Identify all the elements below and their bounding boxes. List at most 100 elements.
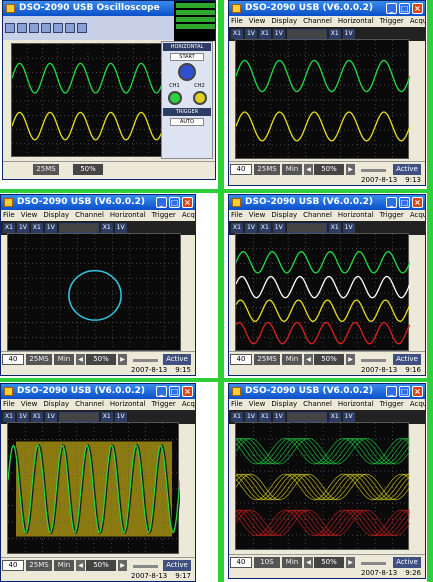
menu-display[interactable]: Display bbox=[43, 211, 69, 219]
ref-icon[interactable] bbox=[77, 23, 87, 33]
position-slider[interactable] bbox=[361, 169, 386, 172]
ch3-coupling[interactable]: 1V bbox=[114, 412, 127, 422]
menu-file[interactable]: File bbox=[3, 211, 15, 219]
waveform-screen[interactable] bbox=[235, 422, 411, 551]
menu-acquire[interactable]: Acquire bbox=[410, 400, 425, 408]
measure-icon[interactable] bbox=[53, 23, 63, 33]
menu-channel[interactable]: Channel bbox=[303, 17, 332, 25]
minimize-button[interactable]: _ bbox=[156, 197, 167, 208]
ch2-coupling[interactable]: 1V bbox=[272, 412, 285, 422]
maximize-button[interactable]: □ bbox=[399, 386, 410, 397]
ch3-coupling[interactable]: 1V bbox=[342, 223, 355, 233]
position-slider[interactable] bbox=[133, 359, 158, 362]
position-slider[interactable] bbox=[361, 562, 386, 565]
trigger-position-icon[interactable] bbox=[58, 223, 99, 233]
volt-div-field[interactable]: 40 bbox=[2, 560, 24, 571]
ch1-volt-select[interactable]: X1 bbox=[231, 223, 243, 233]
ch3-volt-select[interactable]: X1 bbox=[100, 412, 113, 422]
ch2-coupling[interactable]: 1V bbox=[44, 223, 57, 233]
scroll-left-button[interactable]: ◀ bbox=[304, 164, 313, 175]
menu-horizontal[interactable]: Horizontal bbox=[338, 17, 374, 25]
menu-acquire[interactable]: Acquire bbox=[182, 211, 195, 219]
ch1-knob[interactable] bbox=[167, 91, 182, 105]
menu-view[interactable]: View bbox=[21, 400, 38, 408]
ch1-coupling[interactable]: 1V bbox=[244, 412, 257, 422]
ch2-volt-select[interactable]: X1 bbox=[30, 223, 43, 233]
trigger-position-icon[interactable] bbox=[286, 412, 327, 422]
ch1-volt-select[interactable]: X1 bbox=[231, 412, 243, 422]
ch2-coupling[interactable]: 1V bbox=[272, 223, 285, 233]
position-slider[interactable] bbox=[133, 565, 158, 568]
close-button[interactable]: × bbox=[412, 386, 423, 397]
ch3-volt-select[interactable]: X1 bbox=[328, 412, 341, 422]
mode-select[interactable]: Min bbox=[54, 354, 74, 365]
ch2-coupling[interactable]: 1V bbox=[272, 29, 285, 39]
menu-display[interactable]: Display bbox=[271, 17, 297, 25]
start-button[interactable]: START bbox=[170, 53, 204, 61]
timebase-select[interactable]: 25MS bbox=[254, 354, 280, 365]
menu-file[interactable]: File bbox=[231, 400, 243, 408]
mode-select[interactable]: Min bbox=[282, 164, 302, 175]
trigger-position-icon[interactable] bbox=[286, 223, 327, 233]
waveform-screen[interactable] bbox=[235, 233, 411, 352]
menu-horizontal[interactable]: Horizontal bbox=[110, 211, 146, 219]
menu-display[interactable]: Display bbox=[271, 400, 297, 408]
scroll-right-button[interactable]: ▶ bbox=[346, 557, 355, 568]
ch1-coupling[interactable]: 1V bbox=[16, 223, 29, 233]
ch3-coupling[interactable]: 1V bbox=[342, 412, 355, 422]
ch1-volt-select[interactable]: X1 bbox=[231, 29, 243, 39]
maximize-button[interactable]: □ bbox=[399, 3, 410, 14]
menu-channel[interactable]: Channel bbox=[75, 400, 104, 408]
timebase-select[interactable]: 25MS bbox=[33, 164, 59, 175]
waveform-screen[interactable] bbox=[235, 39, 411, 160]
mode-select[interactable]: Min bbox=[282, 557, 302, 568]
ch1-coupling[interactable]: 1V bbox=[244, 29, 257, 39]
timebase-select[interactable]: 25MS bbox=[26, 354, 52, 365]
menu-file[interactable]: File bbox=[231, 211, 243, 219]
mode-select[interactable]: Min bbox=[54, 560, 74, 571]
timebase-select[interactable]: 25MS bbox=[26, 560, 52, 571]
scroll-left-button[interactable]: ◀ bbox=[304, 354, 313, 365]
close-button[interactable]: × bbox=[182, 197, 193, 208]
timebase-select[interactable]: 10S bbox=[254, 557, 280, 568]
ch2-volt-select[interactable]: X1 bbox=[30, 412, 43, 422]
menu-acquire[interactable]: Acquire bbox=[182, 400, 195, 408]
volt-div-field[interactable]: 40 bbox=[230, 354, 252, 365]
menu-trigger[interactable]: Trigger bbox=[380, 211, 404, 219]
cursor-icon[interactable] bbox=[41, 23, 51, 33]
trigger-position-icon[interactable] bbox=[286, 29, 327, 39]
close-button[interactable]: × bbox=[412, 197, 423, 208]
maximize-button[interactable]: □ bbox=[399, 197, 410, 208]
close-button[interactable]: × bbox=[182, 386, 193, 397]
scroll-left-button[interactable]: ◀ bbox=[304, 557, 313, 568]
maximize-button[interactable]: □ bbox=[169, 386, 180, 397]
ch3-volt-select[interactable]: X1 bbox=[100, 223, 113, 233]
ch1-volt-select[interactable]: X1 bbox=[3, 223, 15, 233]
close-button[interactable]: × bbox=[412, 3, 423, 14]
open-icon[interactable] bbox=[5, 23, 15, 33]
menu-trigger[interactable]: Trigger bbox=[152, 400, 176, 408]
trigger-position-icon[interactable] bbox=[58, 412, 99, 422]
volt-div-field[interactable]: 40 bbox=[230, 557, 252, 568]
horizontal-knob[interactable] bbox=[178, 63, 196, 81]
menu-file[interactable]: File bbox=[3, 400, 15, 408]
ch1-volt-select[interactable]: X1 bbox=[3, 412, 15, 422]
ch2-volt-select[interactable]: X1 bbox=[258, 29, 271, 39]
menu-file[interactable]: File bbox=[231, 17, 243, 25]
menu-view[interactable]: View bbox=[21, 211, 38, 219]
menu-display[interactable]: Display bbox=[43, 400, 69, 408]
ch3-coupling[interactable]: 1V bbox=[342, 29, 355, 39]
waveform-screen[interactable] bbox=[7, 233, 182, 352]
menu-acquire[interactable]: Acquire bbox=[410, 211, 425, 219]
maximize-button[interactable]: □ bbox=[169, 197, 180, 208]
ch2-coupling[interactable]: 1V bbox=[44, 412, 57, 422]
ch1-coupling[interactable]: 1V bbox=[16, 412, 29, 422]
menu-trigger[interactable]: Trigger bbox=[152, 211, 176, 219]
minimize-button[interactable]: _ bbox=[156, 386, 167, 397]
minimize-button[interactable]: _ bbox=[386, 386, 397, 397]
menu-trigger[interactable]: Trigger bbox=[380, 400, 404, 408]
scroll-right-button[interactable]: ▶ bbox=[346, 354, 355, 365]
ch3-volt-select[interactable]: X1 bbox=[328, 29, 341, 39]
menu-horizontal[interactable]: Horizontal bbox=[338, 211, 374, 219]
ch2-volt-select[interactable]: X1 bbox=[258, 412, 271, 422]
